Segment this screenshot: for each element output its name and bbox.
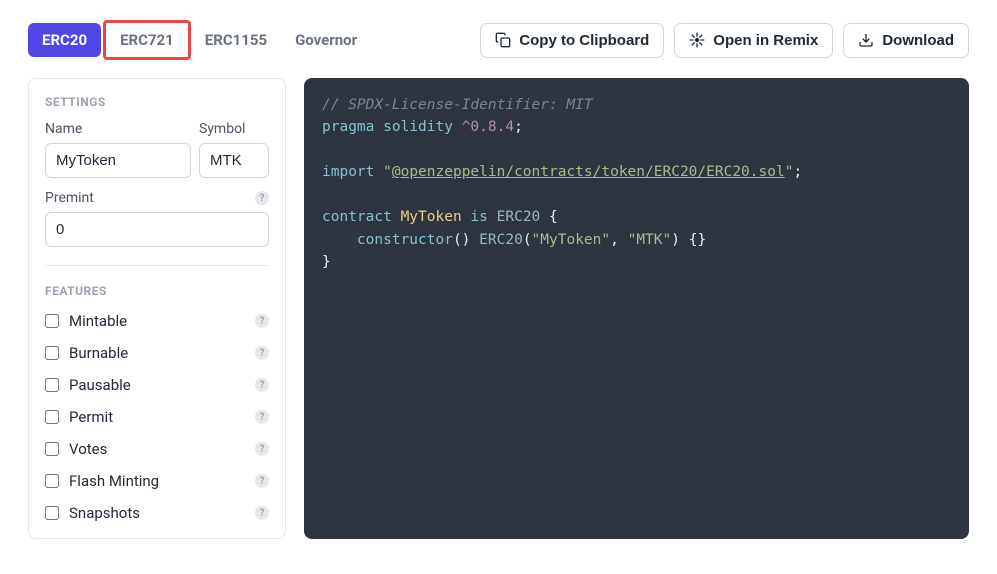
code-preview: // SPDX-License-Identifier: MIT pragma s… xyxy=(304,78,969,539)
feature-burnable: Burnable ? xyxy=(45,344,269,362)
name-input[interactable] xyxy=(45,143,191,178)
help-icon[interactable]: ? xyxy=(255,346,269,360)
premint-input[interactable] xyxy=(45,212,269,247)
features-list: Mintable ? Burnable ? Pausable xyxy=(45,312,269,522)
open-remix-button[interactable]: Open in Remix xyxy=(674,23,833,58)
help-icon[interactable]: ? xyxy=(255,191,269,205)
symbol-input[interactable] xyxy=(199,143,269,178)
symbol-label: Symbol xyxy=(199,121,269,137)
tab-erc1155[interactable]: ERC1155 xyxy=(191,23,281,57)
feature-label: Flash Minting xyxy=(69,472,159,490)
remix-label: Open in Remix xyxy=(713,32,818,49)
tab-erc20[interactable]: ERC20 xyxy=(28,23,101,57)
main-area: SETTINGS Name Symbol Premint ? F xyxy=(28,78,969,539)
feature-flash-minting: Flash Minting ? xyxy=(45,472,269,490)
flash-minting-checkbox[interactable] xyxy=(45,474,59,488)
help-icon[interactable]: ? xyxy=(255,474,269,488)
feature-snapshots: Snapshots ? xyxy=(45,504,269,522)
download-icon xyxy=(858,32,874,48)
copy-label: Copy to Clipboard xyxy=(519,32,649,49)
tab-governor[interactable]: Governor xyxy=(281,23,371,57)
topbar: ERC20 ERC721 ERC1155 Governor Copy to Cl… xyxy=(28,20,969,60)
snapshots-checkbox[interactable] xyxy=(45,506,59,520)
premint-label: Premint xyxy=(45,190,94,206)
download-label: Download xyxy=(882,32,954,49)
code-content: // SPDX-License-Identifier: MIT pragma s… xyxy=(322,94,951,274)
settings-sidebar: SETTINGS Name Symbol Premint ? F xyxy=(28,78,286,539)
name-label: Name xyxy=(45,121,191,137)
settings-title: SETTINGS xyxy=(45,95,269,109)
permit-checkbox[interactable] xyxy=(45,410,59,424)
help-icon[interactable]: ? xyxy=(255,378,269,392)
download-button[interactable]: Download xyxy=(843,23,969,58)
feature-label: Burnable xyxy=(69,344,128,362)
votes-checkbox[interactable] xyxy=(45,442,59,456)
remix-icon xyxy=(689,32,705,48)
feature-label: Votes xyxy=(69,440,107,458)
help-icon[interactable]: ? xyxy=(255,410,269,424)
mintable-checkbox[interactable] xyxy=(45,314,59,328)
feature-label: Permit xyxy=(69,408,113,426)
feature-votes: Votes ? xyxy=(45,440,269,458)
help-icon[interactable]: ? xyxy=(255,442,269,456)
feature-label: Mintable xyxy=(69,312,127,330)
copy-icon xyxy=(495,32,511,48)
feature-label: Pausable xyxy=(69,376,131,394)
action-buttons: Copy to Clipboard Open in Remix Download xyxy=(480,23,969,58)
burnable-checkbox[interactable] xyxy=(45,346,59,360)
feature-label: Snapshots xyxy=(69,504,140,522)
copy-clipboard-button[interactable]: Copy to Clipboard xyxy=(480,23,664,58)
help-icon[interactable]: ? xyxy=(255,506,269,520)
features-title: FEATURES xyxy=(45,284,269,298)
help-icon[interactable]: ? xyxy=(255,314,269,328)
divider xyxy=(45,265,269,266)
tab-erc721[interactable]: ERC721 xyxy=(103,20,191,60)
feature-pausable: Pausable ? xyxy=(45,376,269,394)
feature-mintable: Mintable ? xyxy=(45,312,269,330)
feature-permit: Permit ? xyxy=(45,408,269,426)
pausable-checkbox[interactable] xyxy=(45,378,59,392)
contract-type-tabs: ERC20 ERC721 ERC1155 Governor xyxy=(28,20,371,60)
